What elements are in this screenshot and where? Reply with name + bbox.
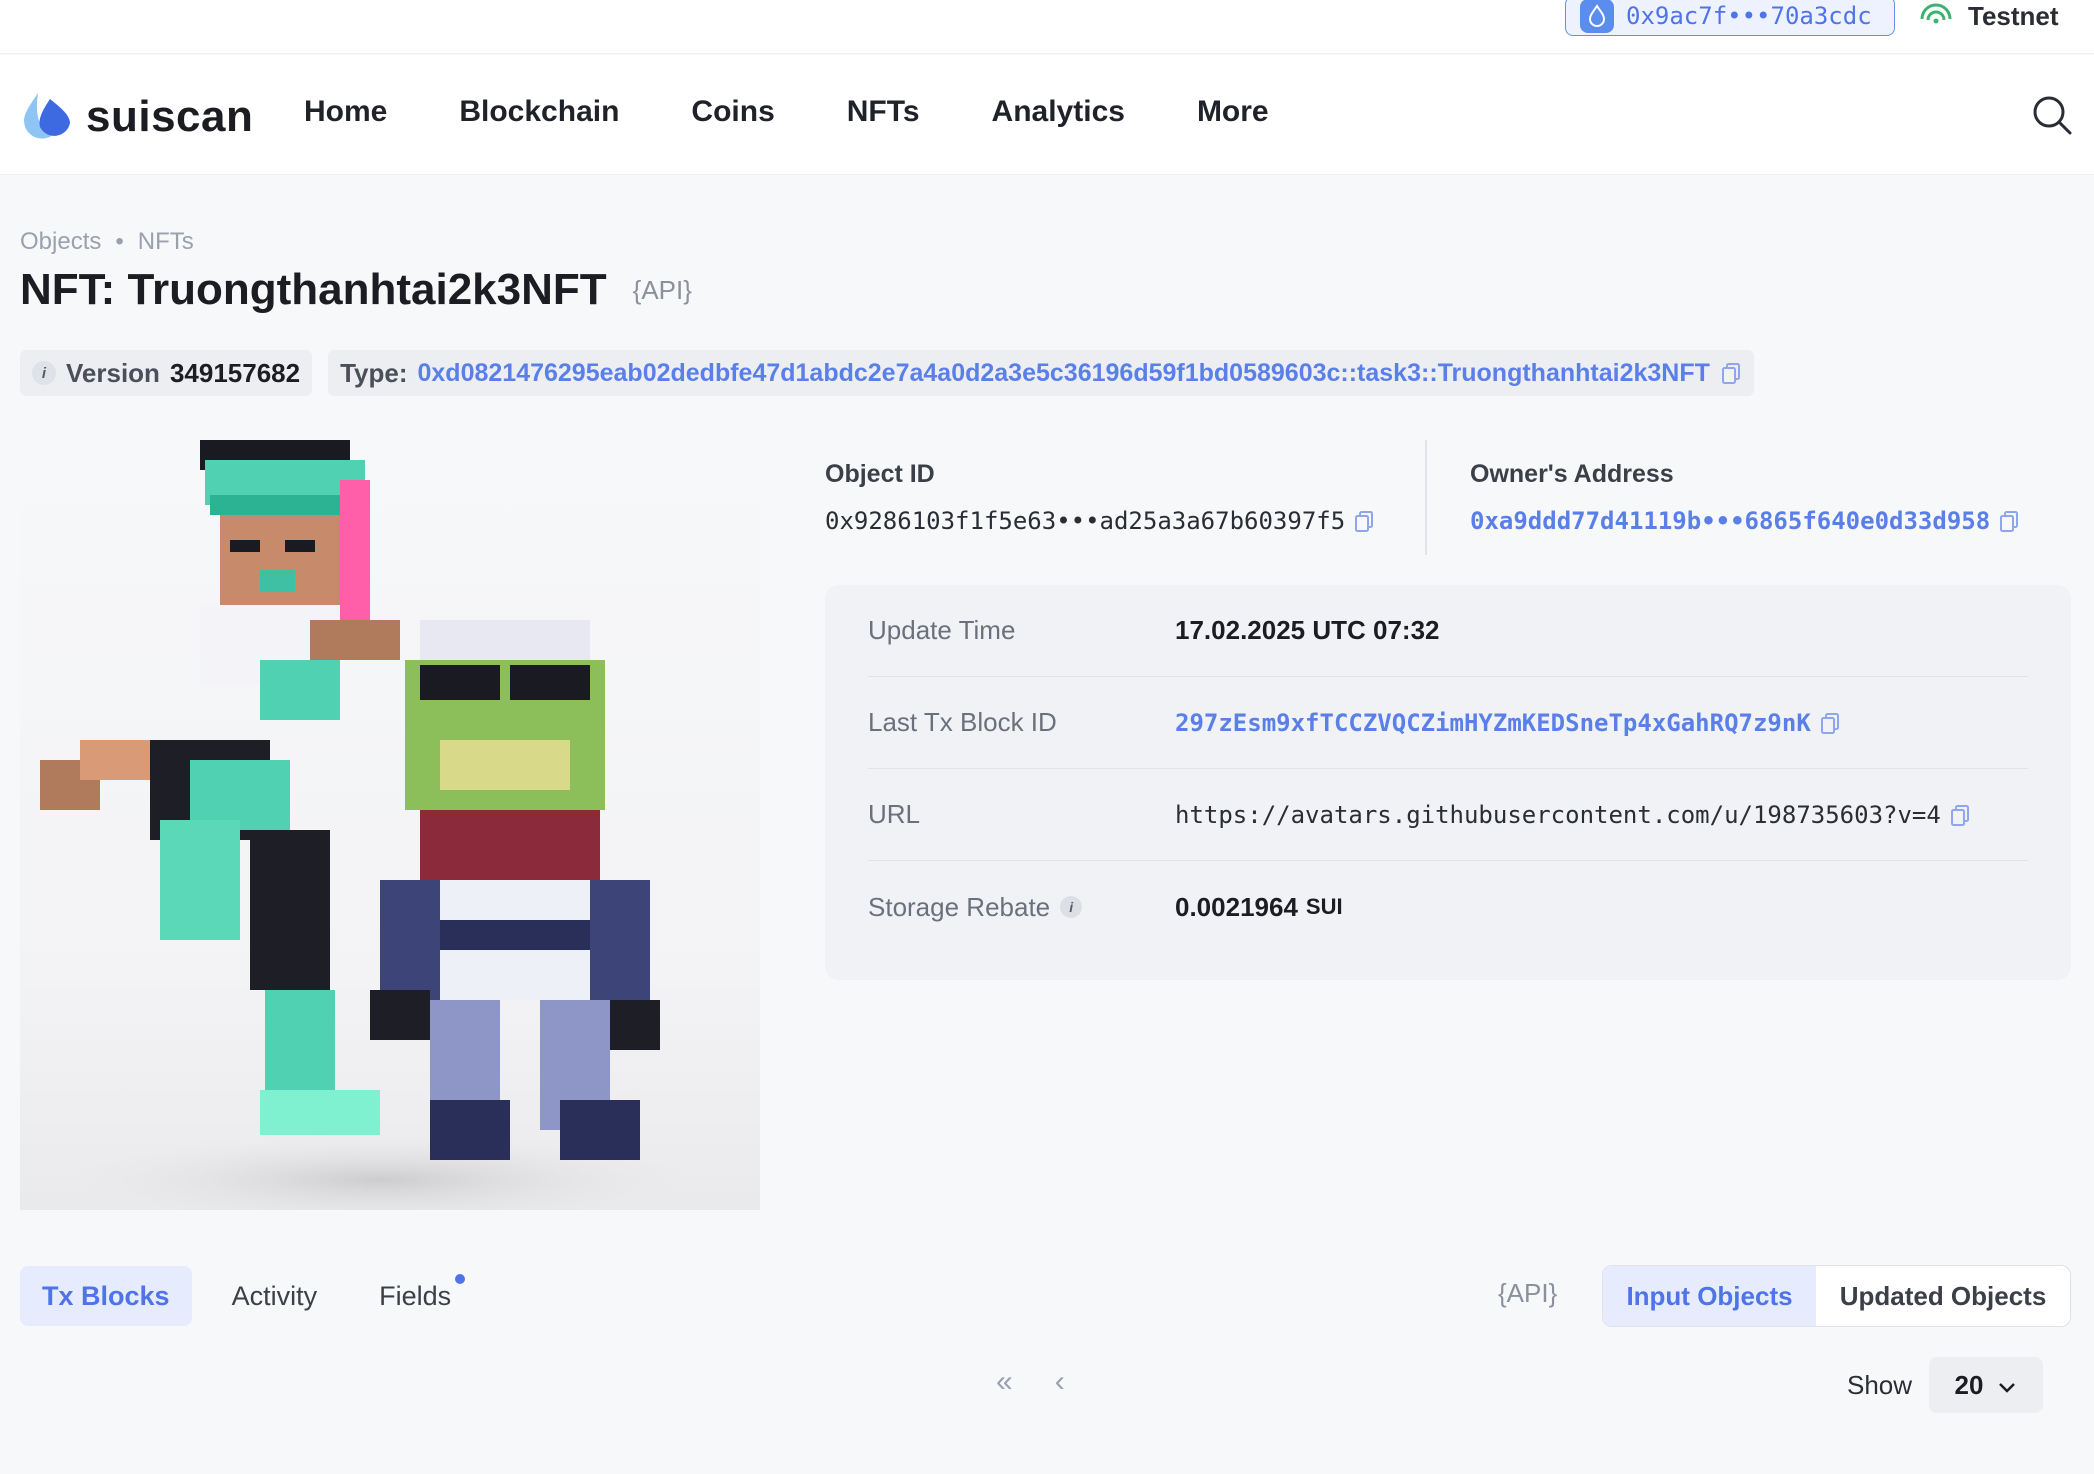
pagination: « ‹ [996, 1365, 1065, 1399]
meta-chips: i Version 349157682 Type: 0xd0821476295e… [20, 350, 1754, 396]
breadcrumb-nfts[interactable]: NFTs [138, 228, 194, 256]
detail-row-update-time: Update Time 17.02.2025 UTC 07:32 [868, 585, 2028, 677]
copy-icon[interactable] [1819, 711, 1841, 735]
object-id-value-row: 0x9286103f1f5e63•••ad25a3a67b60397f5 [825, 507, 1375, 535]
nav-nfts[interactable]: NFTs [847, 95, 920, 129]
page-title: NFT: Truongthanhtai2k3NFT [20, 265, 607, 314]
wallet-button[interactable]: 0x9ac7f•••70a3cdc [1565, 0, 1895, 36]
last-tx-label: Last Tx Block ID [868, 707, 1057, 737]
detail-row-url: URL https://avatars.githubusercontent.co… [868, 769, 2028, 861]
version-label: Version [66, 357, 160, 388]
droplet-icon [1580, 0, 1614, 33]
logo[interactable]: suiscan [20, 85, 253, 148]
url-label: URL [868, 799, 921, 829]
object-id-value[interactable]: 0x9286103f1f5e63•••ad25a3a67b60397f5 [825, 507, 1345, 535]
info-icon[interactable]: i [1060, 896, 1083, 918]
detail-row-last-tx: Last Tx Block ID 297zEsm9xfTCCZVQCZimHYZ… [868, 677, 2028, 769]
signal-icon [1918, 1, 1954, 32]
storage-label-row: Storage Rebate i [868, 892, 1175, 923]
last-tx-value-row: 297zEsm9xfTCCZVQCZimHYZmKEDSneTp4xGahRQ7… [1175, 709, 1841, 737]
storage-value: 0.0021964 [1175, 891, 1298, 922]
storage-value-row: 0.0021964 SUI [1175, 892, 1343, 923]
object-id-block: Object ID 0x9286103f1f5e63•••ad25a3a67b6… [825, 460, 1375, 535]
breadcrumb-separator: • [115, 228, 124, 255]
page-size-select[interactable]: 20 [1929, 1357, 2043, 1413]
breadcrumb-objects[interactable]: Objects [20, 228, 101, 256]
updated-objects-toggle[interactable]: Updated Objects [1816, 1266, 2070, 1326]
wallet-address: 0x9ac7f•••70a3cdc [1626, 2, 1872, 30]
first-page-button[interactable]: « [996, 1365, 1013, 1399]
info-icon[interactable]: i [32, 361, 56, 385]
right-character [370, 620, 660, 1160]
suiscan-logo-icon [20, 85, 74, 148]
nav-analytics[interactable]: Analytics [992, 95, 1125, 129]
owner-block: Owner's Address 0xa9ddd77d41119b•••6865f… [1470, 460, 2020, 535]
nav-more[interactable]: More [1197, 95, 1269, 129]
storage-label: Storage Rebate [868, 891, 1051, 922]
brand-name: suiscan [86, 91, 254, 141]
notification-dot [455, 1274, 466, 1284]
api-button[interactable]: {API} [1498, 1278, 1557, 1309]
type-link[interactable]: 0xd0821476295eab02dedbfe47d1abdc2e7a4a0d… [418, 359, 1710, 388]
copy-icon[interactable] [1720, 361, 1742, 385]
title-row: NFT: Truongthanhtai2k3NFT {API} [20, 265, 692, 315]
type-label: Type: [340, 357, 408, 388]
owner-value-row: 0xa9ddd77d41119b•••6865f640e0d33d958 [1470, 507, 2020, 535]
owner-label: Owner's Address [1470, 460, 1674, 488]
version-value: 349157682 [169, 357, 301, 388]
url-value-row: https://avatars.githubusercontent.com/u/… [1175, 801, 1971, 829]
search-icon[interactable] [2030, 93, 2074, 137]
storage-unit: SUI [1305, 894, 1343, 919]
top-strip: 0x9ac7f•••70a3cdc Testnet [0, 0, 2094, 54]
update-time-value: 17.02.2025 UTC 07:32 [1175, 615, 1440, 645]
nav-blockchain[interactable]: Blockchain [459, 95, 619, 129]
owner-address-link[interactable]: 0xa9ddd77d41119b•••6865f640e0d33d958 [1470, 507, 1990, 535]
nft-image [20, 440, 760, 1210]
last-tx-link[interactable]: 297zEsm9xfTCCZVQCZimHYZmKEDSneTp4xGahRQ7… [1175, 709, 1811, 737]
object-id-label: Object ID [825, 460, 935, 488]
left-character [40, 440, 400, 1135]
update-time-label: Update Time [868, 615, 1016, 645]
nav-home[interactable]: Home [304, 95, 387, 129]
breadcrumb: Objects • NFTs [20, 228, 194, 256]
detail-row-storage: Storage Rebate i 0.0021964 SUI [868, 861, 2028, 953]
objects-toggle: Input Objects Updated Objects [1602, 1265, 2071, 1327]
tab-tx-blocks[interactable]: Tx Blocks [20, 1266, 192, 1326]
copy-icon[interactable] [1998, 509, 2020, 533]
main-nav: Home Blockchain Coins NFTs Analytics Mor… [304, 95, 1269, 129]
navbar: suiscan Home Blockchain Coins NFTs Analy… [0, 55, 2094, 175]
page-size-value: 20 [1954, 1369, 1984, 1400]
tabs: Tx Blocks Activity Fields [20, 1266, 473, 1326]
prev-page-button[interactable]: ‹ [1055, 1365, 1065, 1399]
copy-icon[interactable] [1949, 803, 1971, 827]
input-objects-toggle[interactable]: Input Objects [1603, 1266, 1816, 1326]
divider [1425, 440, 1427, 555]
nav-coins[interactable]: Coins [691, 95, 774, 129]
show-label: Show [1847, 1370, 1913, 1400]
chevron-down-icon [1997, 1370, 2017, 1401]
tab-activity[interactable]: Activity [210, 1266, 340, 1326]
details-card: Update Time 17.02.2025 UTC 07:32 Last Tx… [825, 585, 2071, 980]
url-value[interactable]: https://avatars.githubusercontent.com/u/… [1175, 801, 1941, 829]
tab-fields-label: Fields [379, 1280, 452, 1311]
version-chip: i Version 349157682 [20, 350, 313, 396]
api-button[interactable]: {API} [633, 275, 692, 306]
network-label: Testnet [1968, 0, 2059, 31]
network-selector[interactable]: Testnet [1918, 0, 2059, 36]
copy-icon[interactable] [1353, 509, 1375, 533]
tab-fields[interactable]: Fields [357, 1266, 473, 1326]
type-chip: Type: 0xd0821476295eab02dedbfe47d1abdc2e… [328, 350, 1754, 396]
